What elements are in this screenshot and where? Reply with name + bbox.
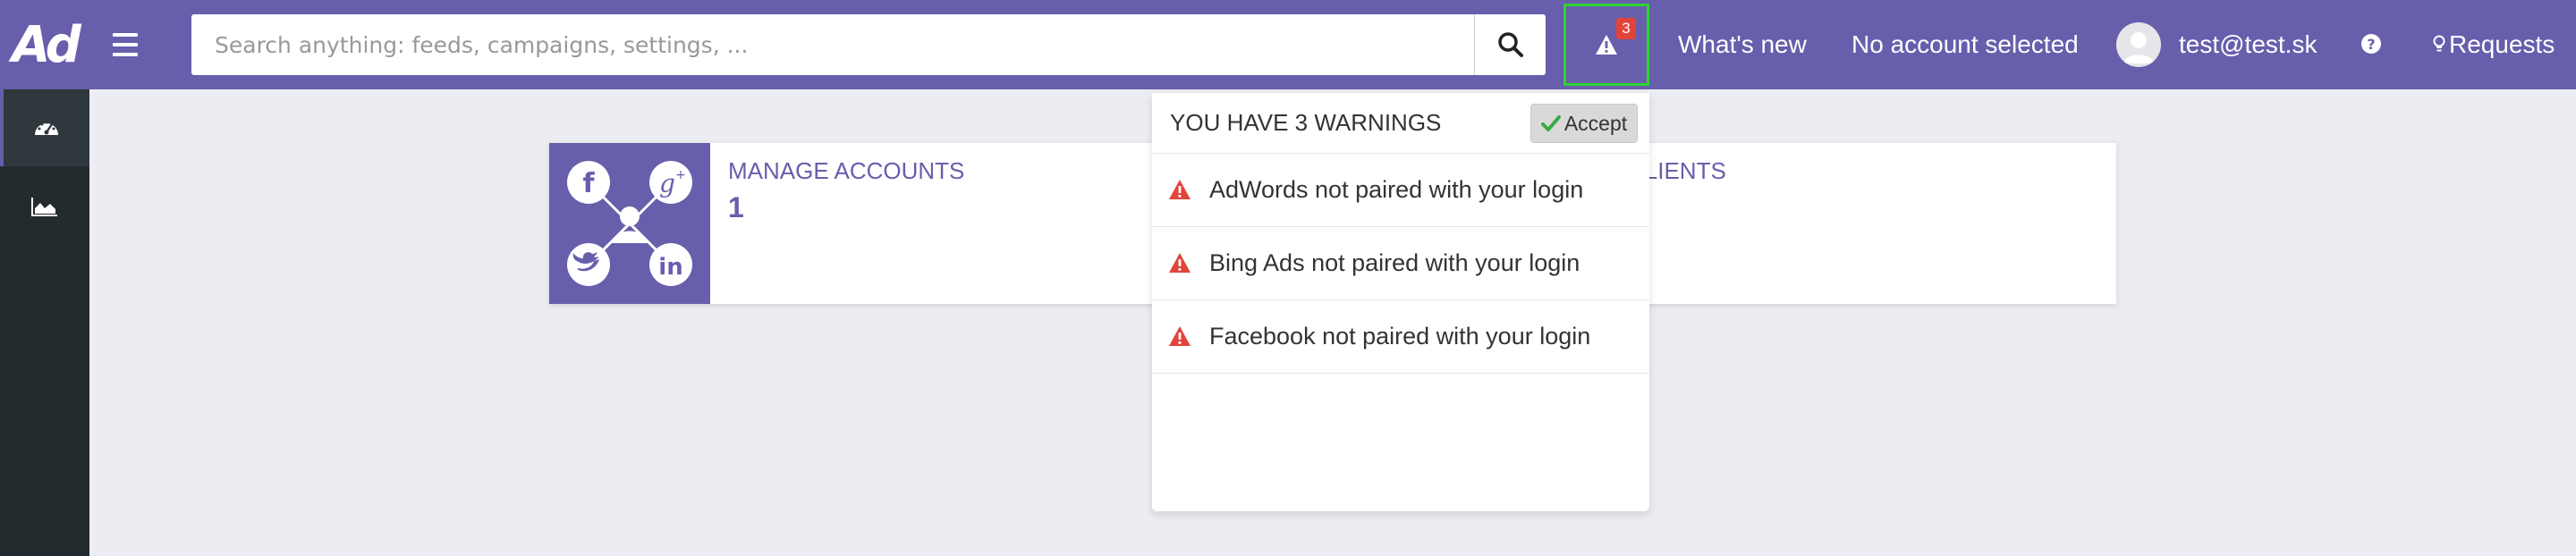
warning-text: Facebook not paired with your login [1209,323,1591,350]
warnings-dropdown: YOU HAVE 3 WARNINGS Accept AdWords not p… [1152,93,1649,511]
search-input[interactable] [191,14,1474,75]
svg-text:g: g [659,169,675,198]
svg-text:+: + [675,168,686,182]
google-plus-icon: g + [649,161,692,204]
svg-text:f: f [582,168,595,199]
search-button[interactable] [1474,14,1546,75]
linkedin-icon: in [649,243,692,286]
hamburger-icon[interactable] [113,33,138,56]
warnings-count-badge: 3 [1616,18,1636,39]
app-logo[interactable]: Ad [0,0,89,89]
warning-icon [1169,253,1191,273]
search-icon [1497,32,1523,57]
check-icon [1540,115,1561,131]
warnings-title: YOU HAVE 3 WARNINGS [1170,109,1442,136]
whats-new-link[interactable]: What's new [1678,29,1807,61]
avatar[interactable] [2116,22,2161,67]
warning-icon [1169,180,1191,199]
social-network-illustration: f g + in [549,143,710,304]
sidebar-item-statistics[interactable] [0,168,89,245]
warnings-button[interactable]: 3 [1563,4,1649,86]
warning-item[interactable]: AdWords not paired with your login [1152,154,1649,227]
warnings-dropdown-header: YOU HAVE 3 WARNINGS Accept [1152,93,1649,154]
card-title: MANAGE ACCOUNTS [728,157,965,184]
sidebar [0,89,89,556]
warning-icon [1169,326,1191,346]
search-bar [191,14,1546,75]
manage-accounts-card[interactable]: f g + in MANAGE ACCOUNTS 1 [549,143,1157,304]
requests-label: Requests [2449,30,2555,58]
warning-item[interactable]: Bing Ads not paired with your login [1152,227,1649,300]
accept-button[interactable]: Accept [1530,104,1638,143]
dashboard-icon [35,121,58,135]
twitter-icon [567,243,610,286]
area-chart-icon [31,198,57,216]
svg-text:in: in [658,254,682,281]
question-circle-icon[interactable]: ? [2361,34,2381,54]
accept-label: Accept [1563,111,1628,135]
account-selector[interactable]: No account selected [1852,29,2079,61]
requests-link[interactable]: Requests [2433,29,2555,61]
logo-text: Ad [12,15,81,74]
top-navbar: Ad 3 What's new No account selected test… [0,0,2576,89]
warning-text: Bing Ads not paired with your login [1209,249,1580,276]
user-email[interactable]: test@test.sk [2179,29,2317,61]
facebook-icon: f [567,161,610,204]
lightbulb-icon [2433,35,2445,52]
sidebar-item-dashboard[interactable] [0,89,89,166]
warning-icon [1596,35,1617,55]
warning-item[interactable]: Facebook not paired with your login [1152,300,1649,374]
warning-text: AdWords not paired with your login [1209,176,1584,203]
card-value: 1 [728,191,744,223]
